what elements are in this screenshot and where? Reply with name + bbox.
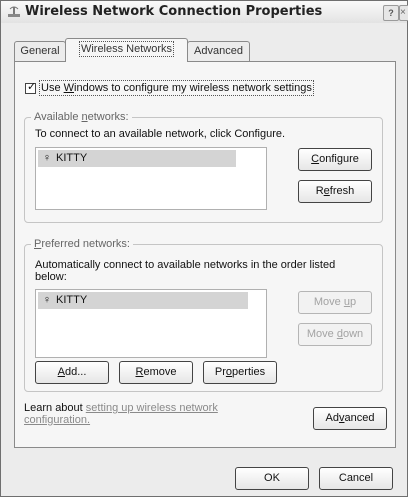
configure-button[interactable]: Configure <box>298 148 372 171</box>
close-button[interactable]: × <box>399 5 408 21</box>
tab-wireless-networks-label: Wireless Networks <box>78 41 175 57</box>
window-title: Wireless Network Connection Properties <box>25 4 323 19</box>
learn-about-line2: configuration. <box>24 414 90 426</box>
preferred-network-item-kitty[interactable]: ♀ KITTY <box>38 292 248 309</box>
use-windows-label[interactable]: Use Windows to configure my wireless net… <box>39 80 314 96</box>
move-up-button[interactable]: Move up <box>298 291 372 314</box>
help-button[interactable]: ? <box>383 5 399 21</box>
antenna-icon: ♀ <box>42 294 52 306</box>
preferred-networks-description-line1: Automatically connect to available netwo… <box>35 259 336 271</box>
available-networks-description: To connect to an available network, clic… <box>35 128 286 140</box>
available-networks-list[interactable]: ♀ KITTY <box>35 147 267 210</box>
advanced-button[interactable]: Advanced <box>313 407 387 430</box>
preferred-networks-description-line2: below: <box>35 271 67 283</box>
tab-wireless-networks[interactable]: Wireless Networks <box>65 38 188 62</box>
tab-advanced[interactable]: Advanced <box>187 41 250 61</box>
check-mark-icon: ✓ <box>27 81 37 93</box>
add-button[interactable]: Add... <box>35 361 109 384</box>
preferred-networks-legend: Preferred networks: <box>31 238 133 251</box>
title-bar[interactable]: Wireless Network Connection Properties ?… <box>1 1 408 23</box>
tab-general[interactable]: General <box>14 41 66 61</box>
available-network-item-kitty[interactable]: ♀ KITTY <box>38 150 236 167</box>
tab-panel: ✓ Use Windows to configure my wireless n… <box>14 61 396 448</box>
cancel-button[interactable]: Cancel <box>319 467 393 490</box>
network-name: KITTY <box>56 152 88 164</box>
properties-dialog: Wireless Network Connection Properties ?… <box>0 0 408 497</box>
move-down-button[interactable]: Move down <box>298 323 372 346</box>
preferred-networks-list[interactable]: ♀ KITTY <box>35 289 267 358</box>
use-windows-checkbox[interactable]: ✓ <box>25 81 37 94</box>
network-connection-icon <box>8 6 20 17</box>
ok-button[interactable]: OK <box>235 467 309 490</box>
learn-more-link[interactable]: setting up wireless network <box>86 402 218 414</box>
learn-about-line1: Learn about setting up wireless network <box>24 402 218 414</box>
antenna-icon: ♀ <box>42 152 52 164</box>
available-networks-group: Available networks: To connect to an ava… <box>24 111 383 223</box>
properties-button[interactable]: Properties <box>203 361 277 384</box>
learn-more-link-continued[interactable]: configuration. <box>24 414 90 426</box>
network-name: KITTY <box>56 294 88 306</box>
preferred-networks-group: Preferred networks: Automatically connec… <box>24 238 383 392</box>
available-networks-legend: Available networks: <box>31 111 132 124</box>
refresh-button[interactable]: Refresh <box>298 180 372 203</box>
remove-button[interactable]: Remove <box>119 361 193 384</box>
